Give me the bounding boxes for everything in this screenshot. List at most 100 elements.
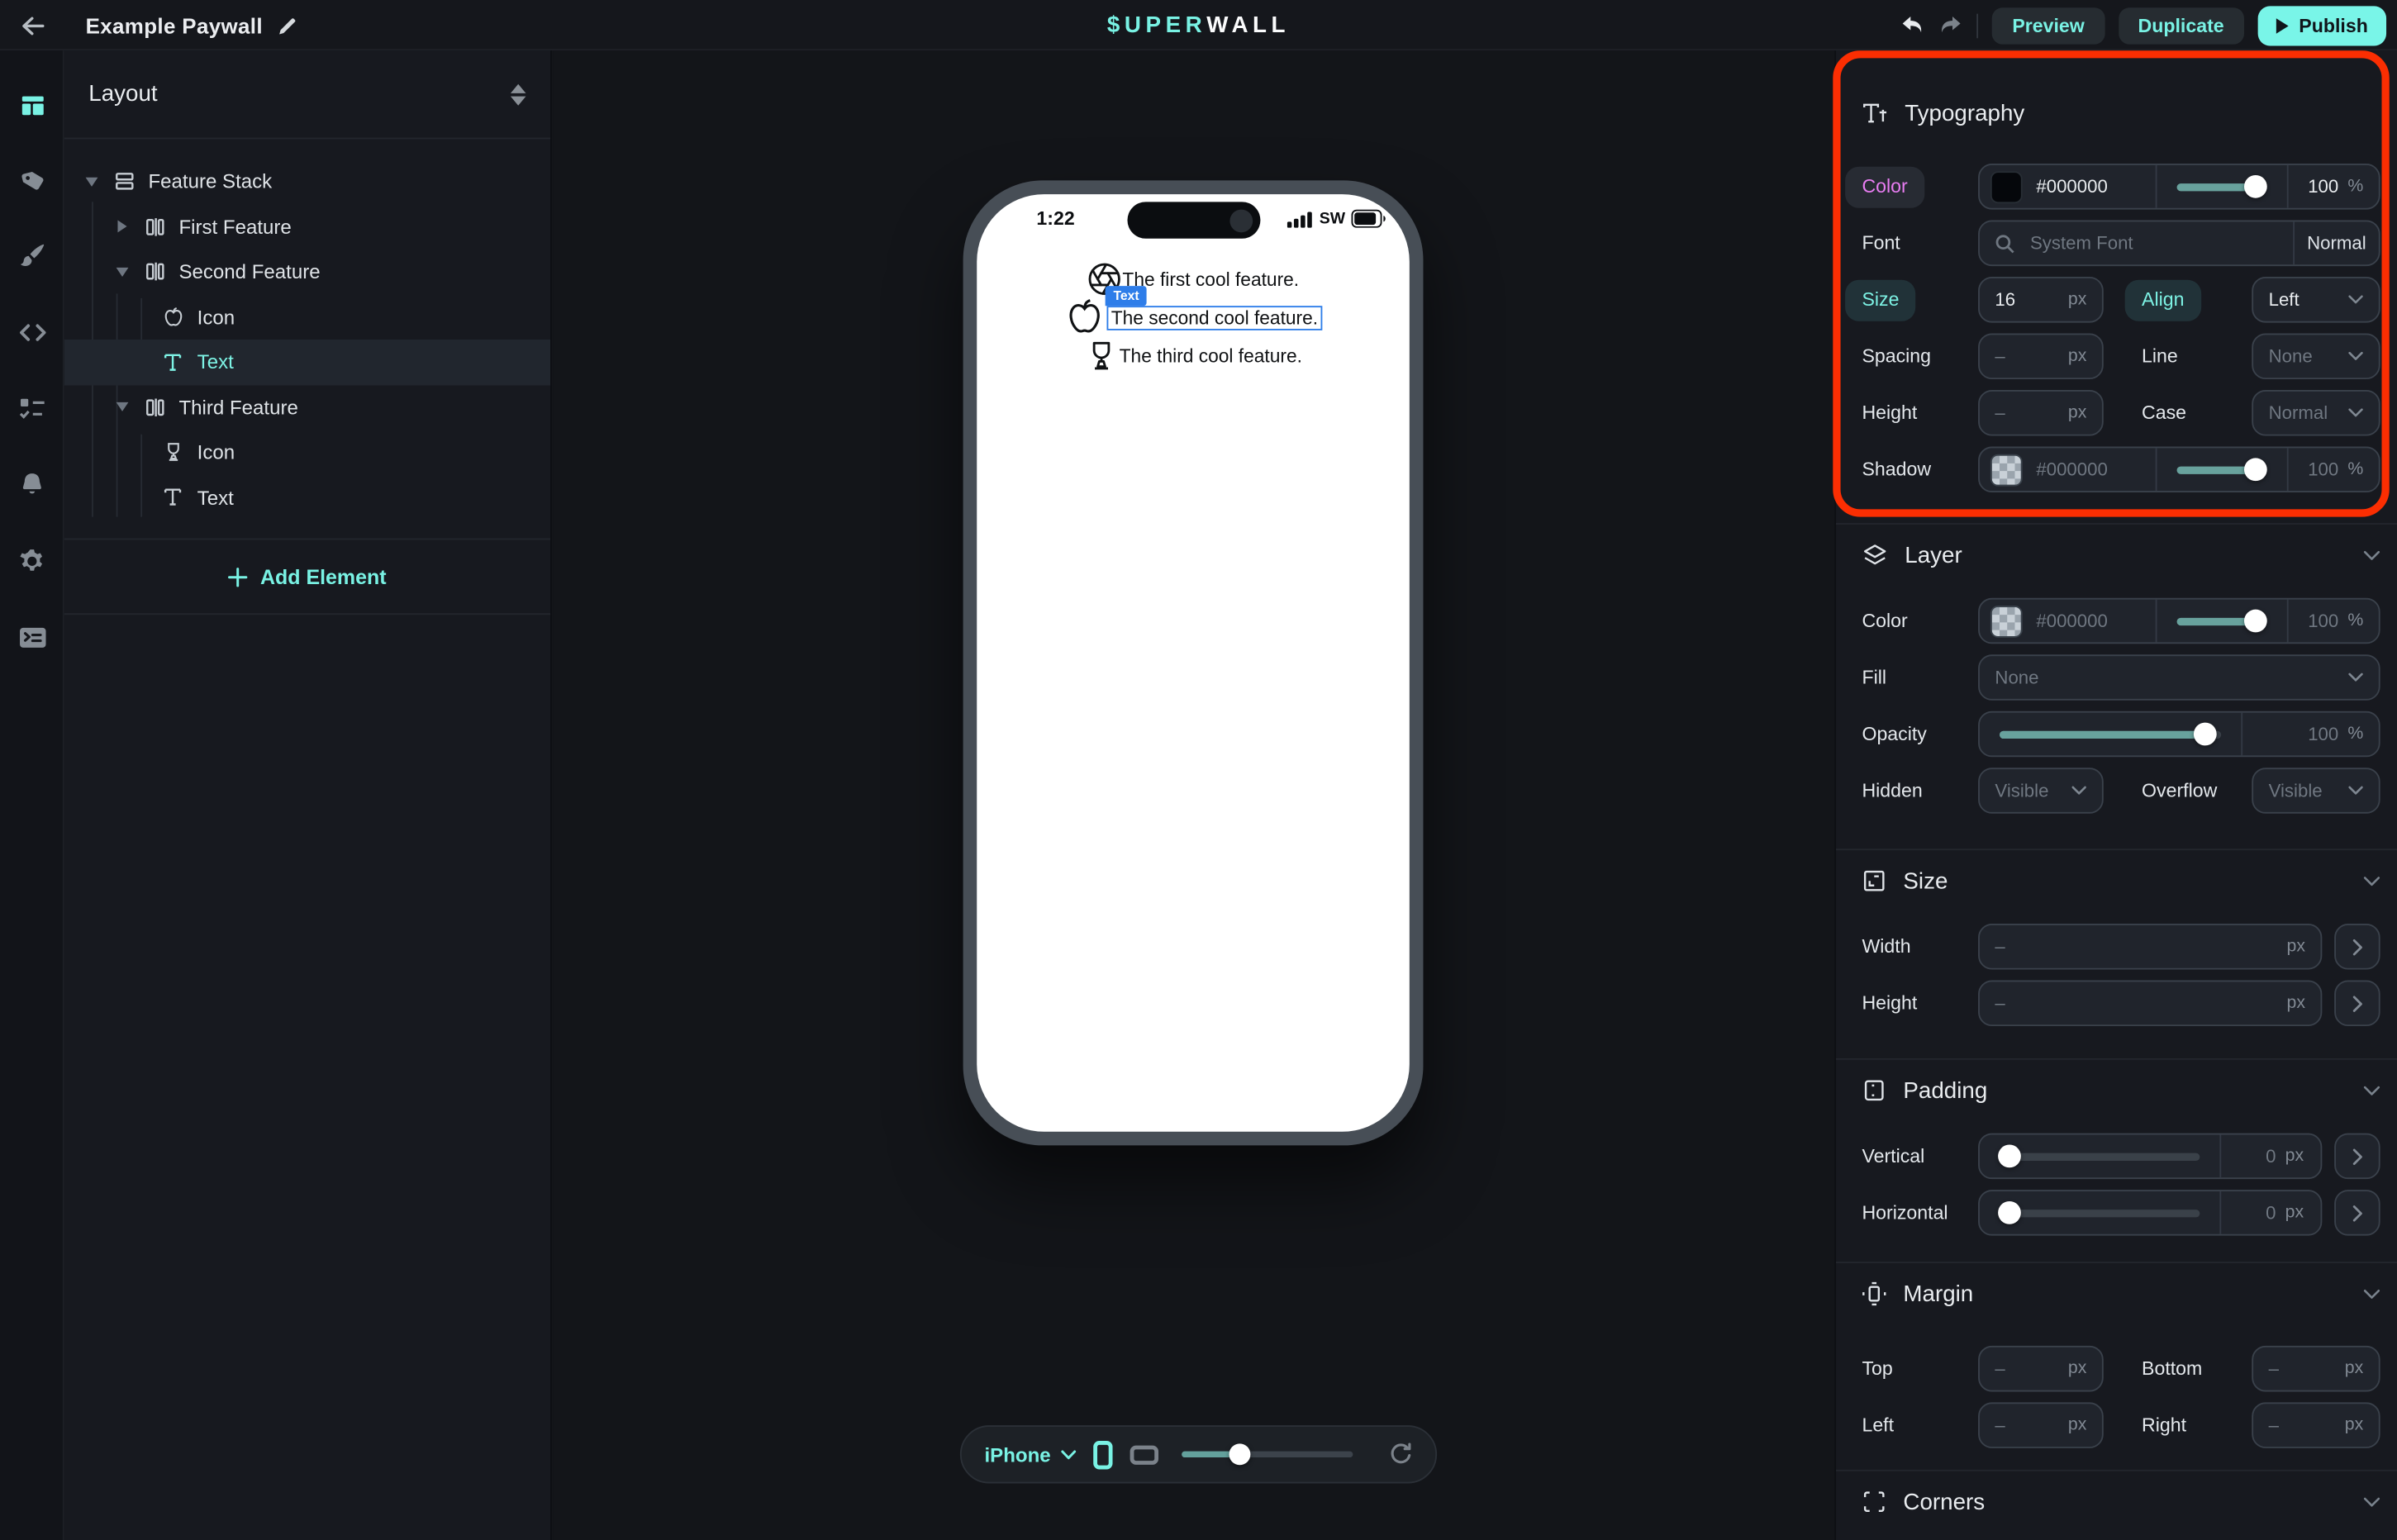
padding-slider[interactable]: [2000, 1153, 2200, 1160]
tree-item-second-feature[interactable]: Second Feature: [64, 250, 550, 295]
vertical-value-segment[interactable]: 0 px: [2219, 1134, 2320, 1177]
horizontal-value-segment[interactable]: 0 px: [2219, 1191, 2320, 1234]
collapse-chevron-icon[interactable]: [2363, 549, 2380, 560]
opacity-slider[interactable]: [2177, 617, 2267, 625]
font-size-input[interactable]: px: [1978, 277, 2104, 323]
collapse-chevron-icon[interactable]: [2363, 1085, 2380, 1096]
color-hex-value[interactable]: #000000: [2036, 176, 2107, 197]
line-dropdown[interactable]: None: [2252, 334, 2380, 380]
portrait-orientation-icon[interactable]: [1093, 1440, 1113, 1469]
vertical-expand-button[interactable]: [2334, 1134, 2380, 1180]
zoom-slider[interactable]: [1182, 1452, 1353, 1457]
rail-code-icon[interactable]: [0, 306, 64, 358]
feature-row-3[interactable]: The third cool feature.: [1084, 338, 1302, 373]
slider-knob[interactable]: [1998, 1145, 2021, 1168]
font-search-segment[interactable]: [1980, 221, 2293, 264]
tree-item-icon-apple[interactable]: Icon: [64, 294, 550, 340]
hidden-dropdown[interactable]: Visible: [1978, 768, 2104, 814]
iphone-screen[interactable]: 1:22 SW The first co: [977, 194, 1410, 1132]
tree-item-text[interactable]: Text: [64, 475, 550, 520]
feature-row-2[interactable]: Text The second cool feature.: [1063, 297, 1322, 338]
tree-item-icon-trophy[interactable]: Icon: [64, 430, 550, 475]
typography-spacing-line-row: Spacing – px Line None: [1862, 334, 2380, 380]
opacity-slider[interactable]: [2177, 466, 2267, 473]
margin-right-input[interactable]: – px: [2252, 1402, 2380, 1448]
add-element-button[interactable]: Add Element: [64, 539, 550, 616]
color-chip[interactable]: Color: [1845, 166, 1924, 207]
margin-left-input[interactable]: – px: [1978, 1402, 2104, 1448]
tree-item-third-feature[interactable]: Third Feature: [64, 385, 550, 430]
font-size-value-input[interactable]: [1995, 289, 2041, 311]
zoom-slider-knob[interactable]: [1229, 1443, 1251, 1465]
rail-notifications-bell-icon[interactable]: [0, 459, 64, 511]
rail-layout-icon[interactable]: [0, 79, 64, 131]
spacing-input[interactable]: – px: [1978, 334, 2104, 380]
align-chip[interactable]: Align: [2125, 279, 2201, 321]
size-chip[interactable]: Size: [1845, 279, 1916, 321]
refresh-icon[interactable]: [1390, 1443, 1413, 1467]
back-button[interactable]: [14, 9, 50, 41]
width-expand-button[interactable]: [2334, 924, 2380, 970]
font-search-input[interactable]: [2027, 231, 2293, 256]
overflow-dropdown[interactable]: Visible: [2252, 768, 2380, 814]
reorder-sort-icon[interactable]: [511, 83, 526, 105]
tree-item-text-selected[interactable]: Text: [64, 340, 550, 385]
opacity-slider[interactable]: [2177, 183, 2267, 190]
slider-knob[interactable]: [2244, 610, 2267, 633]
color-hex-segment[interactable]: #000000: [1980, 165, 2156, 208]
undo-icon[interactable]: [1900, 16, 1925, 36]
collapse-chevron-icon[interactable]: [2363, 1289, 2380, 1300]
fill-dropdown[interactable]: None: [1978, 654, 2380, 701]
slider-knob[interactable]: [2244, 175, 2267, 198]
layer-color-hex-segment[interactable]: #000000: [1980, 600, 2156, 643]
align-dropdown[interactable]: Left: [2252, 277, 2380, 323]
rail-settings-gear-icon[interactable]: [0, 535, 64, 587]
tree-item-feature-stack[interactable]: Feature Stack: [64, 159, 550, 205]
preview-button[interactable]: Preview: [1992, 7, 2105, 43]
publish-button[interactable]: Publish: [2257, 5, 2386, 45]
landscape-orientation-icon[interactable]: [1130, 1444, 1159, 1464]
color-opacity-value-segment[interactable]: 100 %: [2287, 165, 2379, 208]
layer-color-swatch[interactable]: [1990, 605, 2023, 637]
padding-slider[interactable]: [2000, 1209, 2200, 1216]
width-input[interactable]: – px: [1978, 924, 2322, 970]
collapse-chevron-icon[interactable]: [2363, 1496, 2380, 1507]
redo-icon[interactable]: [1939, 16, 1964, 36]
rail-checklist-icon[interactable]: [0, 383, 64, 435]
layer-opacity-value-segment[interactable]: 100 %: [2287, 600, 2379, 643]
edit-title-pencil-icon[interactable]: [277, 15, 298, 36]
slider-knob[interactable]: [2194, 723, 2217, 746]
rail-theme-brush-icon[interactable]: [0, 230, 64, 282]
caret-down-icon[interactable]: [115, 267, 131, 276]
shadow-opacity-value-segment[interactable]: 100 %: [2287, 448, 2379, 491]
tree-item-first-feature[interactable]: First Feature: [64, 204, 550, 250]
device-select[interactable]: iPhone: [984, 1443, 1077, 1466]
caret-down-icon[interactable]: [115, 402, 131, 411]
rail-console-icon[interactable]: [0, 611, 64, 663]
opacity-value[interactable]: 100: [2308, 176, 2338, 197]
case-dropdown[interactable]: Normal: [2252, 390, 2380, 436]
height-expand-button[interactable]: [2334, 981, 2380, 1027]
editor-canvas[interactable]: 1:22 SW The first co: [554, 50, 1834, 1540]
opacity-value-segment[interactable]: 100 %: [2241, 713, 2379, 756]
line-height-input[interactable]: – px: [1978, 390, 2104, 436]
caret-down-icon[interactable]: [84, 177, 100, 186]
margin-top-input[interactable]: – px: [1978, 1346, 2104, 1392]
caret-right-icon[interactable]: [115, 221, 131, 233]
layer-color-hex-value[interactable]: #000000: [2036, 611, 2107, 632]
color-swatch[interactable]: [1990, 170, 2023, 202]
opacity-slider[interactable]: [2000, 730, 2221, 738]
selected-text-element[interactable]: Text The second cool feature.: [1106, 305, 1323, 330]
slider-knob[interactable]: [1998, 1201, 2021, 1224]
shadow-swatch[interactable]: [1990, 454, 2023, 486]
font-weight-segment[interactable]: Normal: [2293, 221, 2379, 264]
rail-tag-icon[interactable]: [0, 153, 64, 205]
horizontal-expand-button[interactable]: [2334, 1190, 2380, 1236]
duplicate-button[interactable]: Duplicate: [2118, 7, 2243, 43]
shadow-hex-segment[interactable]: #000000: [1980, 448, 2156, 491]
shadow-hex-value[interactable]: #000000: [2036, 459, 2107, 480]
height-input[interactable]: – px: [1978, 981, 2322, 1027]
slider-knob[interactable]: [2244, 458, 2267, 481]
collapse-chevron-icon[interactable]: [2363, 876, 2380, 886]
margin-bottom-input[interactable]: – px: [2252, 1346, 2380, 1392]
